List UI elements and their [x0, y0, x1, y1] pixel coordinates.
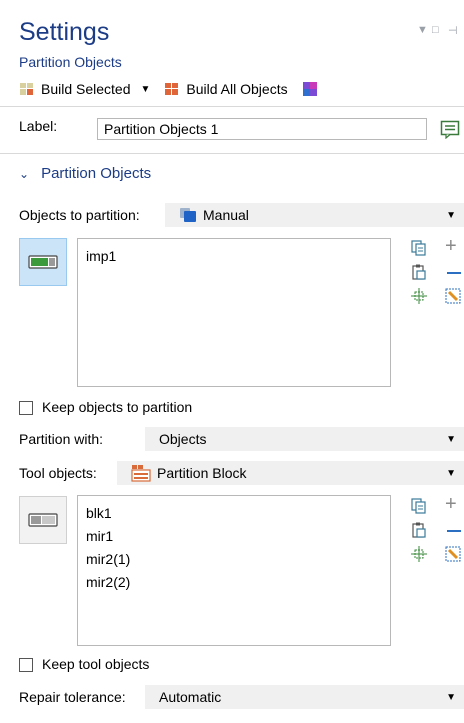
- keep-tool-objects-checkbox[interactable]: [19, 658, 33, 672]
- keep-objects-label: Keep objects to partition: [42, 399, 193, 415]
- list-item[interactable]: mir2(1): [86, 548, 382, 571]
- add-icon[interactable]: +: [445, 236, 457, 256]
- keep-objects-checkbox[interactable]: [19, 401, 33, 415]
- copy-icon[interactable]: [411, 498, 427, 514]
- label-row: Label:: [19, 118, 57, 134]
- partition-with-select[interactable]: Objects ▼: [145, 427, 464, 451]
- page-title: Settings: [19, 18, 110, 46]
- divider: [0, 153, 464, 154]
- partition-with-label: Partition with:: [19, 431, 104, 447]
- dropdown-arrow-icon[interactable]: ▼: [446, 210, 456, 221]
- build-all-button[interactable]: Build All Objects: [164, 81, 288, 97]
- build-all-label: Build All Objects: [186, 81, 288, 97]
- objects-to-partition-label: Objects to partition:: [19, 207, 140, 223]
- section-title: Partition Objects: [41, 165, 152, 182]
- build-all-icon: [165, 83, 179, 95]
- partition-block-icon: [131, 465, 151, 482]
- objects-to-partition-value: Manual: [203, 207, 249, 223]
- dropdown-arrow-icon[interactable]: ▼: [446, 468, 456, 479]
- tool-objects-select[interactable]: Partition Block ▼: [117, 461, 464, 485]
- clear-selection-icon[interactable]: [445, 288, 461, 304]
- zoom-to-selection-icon[interactable]: [411, 288, 427, 304]
- clear-selection-icon[interactable]: [445, 546, 461, 562]
- paste-icon[interactable]: [411, 522, 427, 538]
- manual-selection-icon: [180, 208, 196, 222]
- tool-objects-label: Tool objects:: [19, 465, 97, 481]
- add-icon[interactable]: +: [445, 494, 457, 514]
- zoom-to-selection-icon[interactable]: [411, 546, 427, 562]
- list-item[interactable]: imp1: [86, 245, 382, 268]
- label-input[interactable]: Partition Objects 1: [97, 118, 427, 140]
- tool-selection-toggle[interactable]: [19, 496, 67, 544]
- selection-toggle-icon: [28, 513, 58, 527]
- restore-icon[interactable]: □: [432, 24, 439, 36]
- repair-tolerance-select[interactable]: Automatic ▼: [145, 685, 464, 709]
- comment-icon[interactable]: [440, 119, 460, 139]
- page-subtitle: Partition Objects: [19, 54, 122, 70]
- chevron-down-icon[interactable]: ⌄: [19, 167, 29, 181]
- partition-with-value: Objects: [159, 431, 207, 447]
- dropdown-arrow-icon[interactable]: ▼: [141, 84, 151, 95]
- repair-tolerance-value: Automatic: [159, 689, 222, 705]
- toolbar: Build Selected ▼ Build All Objects: [19, 79, 318, 99]
- keep-tool-objects-label: Keep tool objects: [42, 656, 150, 672]
- build-selected-icon: [20, 83, 33, 95]
- paste-icon[interactable]: [411, 264, 427, 280]
- objects-to-partition-select[interactable]: Manual ▼: [165, 203, 464, 227]
- pin-icon[interactable]: ⊣: [448, 24, 458, 37]
- dropdown-arrow-icon[interactable]: ▼: [446, 434, 456, 445]
- list-item[interactable]: blk1: [86, 502, 382, 525]
- section-header[interactable]: ⌄ Partition Objects: [19, 165, 151, 182]
- repair-tolerance-label: Repair tolerance:: [19, 689, 126, 705]
- dropdown-arrow-icon[interactable]: ▼: [446, 692, 456, 703]
- remove-icon[interactable]: [447, 272, 461, 274]
- objects-to-partition-list[interactable]: imp1: [77, 238, 391, 387]
- list-item[interactable]: mir2(2): [86, 571, 382, 594]
- divider: [0, 106, 464, 107]
- minimize-icon[interactable]: ▼: [417, 24, 428, 36]
- tool-objects-value: Partition Block: [157, 465, 247, 481]
- tool-objects-list[interactable]: blk1 mir1 mir2(1) mir2(2): [77, 495, 391, 646]
- list-item[interactable]: mir1: [86, 525, 382, 548]
- build-selected-button[interactable]: Build Selected ▼: [19, 81, 150, 97]
- remove-icon[interactable]: [447, 530, 461, 532]
- copy-icon[interactable]: [411, 240, 427, 256]
- geometry-icon[interactable]: [302, 81, 318, 97]
- active-selection-toggle[interactable]: [19, 238, 67, 286]
- build-selected-label: Build Selected: [41, 81, 131, 97]
- selection-toggle-icon: [28, 255, 58, 269]
- label-field-label: Label:: [19, 118, 58, 134]
